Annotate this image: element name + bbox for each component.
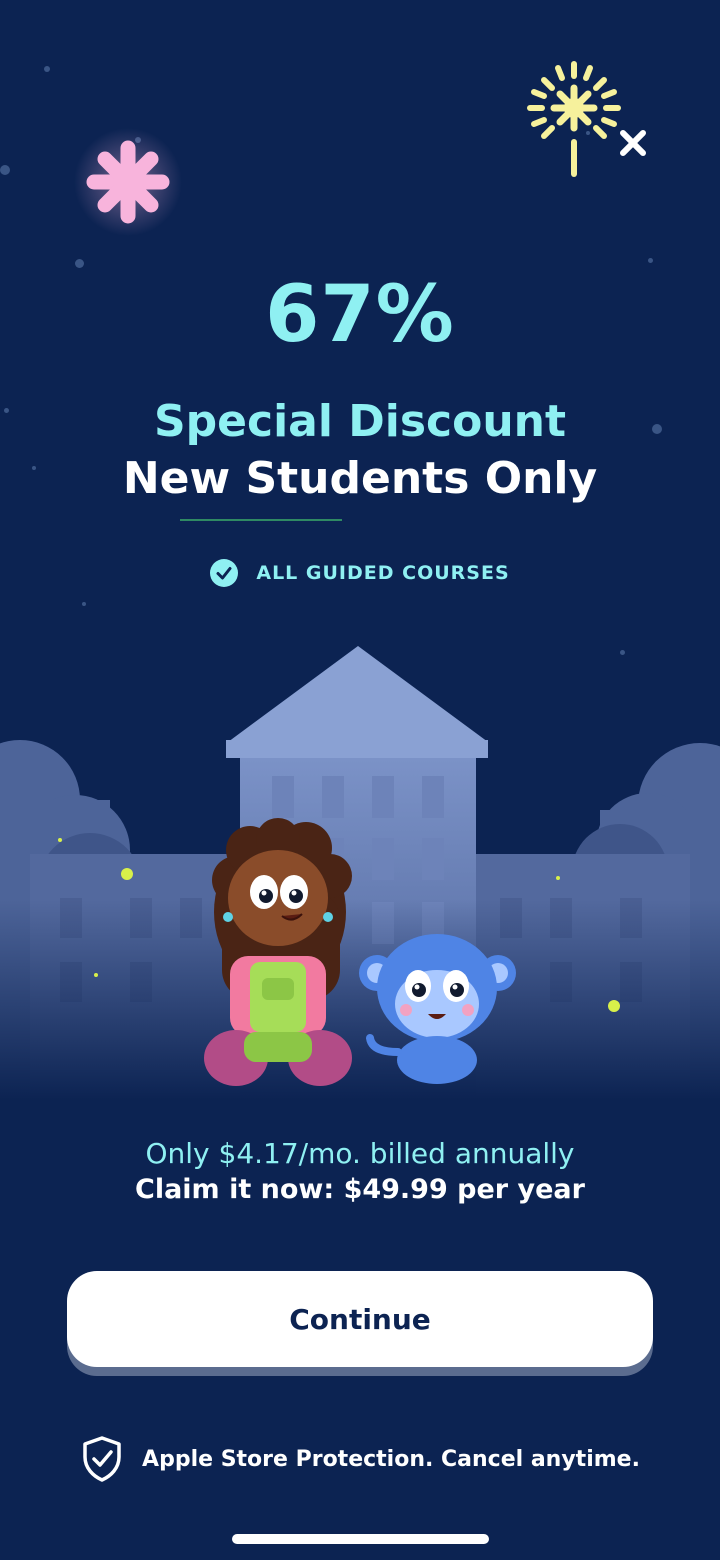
continue-button[interactable]: Continue xyxy=(67,1271,653,1367)
star-dot xyxy=(44,66,50,72)
protection-note: Apple Store Protection. Cancel anytime. xyxy=(0,1434,720,1484)
discount-percent: 67% xyxy=(265,270,455,360)
feature-badge-label: ALL GUIDED COURSES xyxy=(256,562,510,584)
home-indicator[interactable] xyxy=(232,1534,489,1544)
pink-sparkle-icon xyxy=(74,128,182,236)
star-dot xyxy=(648,258,653,263)
star-dot xyxy=(82,602,86,606)
check-circle-icon xyxy=(210,559,239,587)
star-dot xyxy=(75,259,84,268)
annual-price-text: Claim it now: $49.99 per year xyxy=(135,1174,585,1205)
headline-title: Special Discount xyxy=(153,396,567,447)
close-icon xyxy=(620,130,646,156)
monthly-price-text: Only $4.17/mo. billed annually xyxy=(145,1137,575,1170)
feature-badge: ALL GUIDED COURSES xyxy=(0,555,720,591)
school-scene-illustration xyxy=(0,646,720,1100)
star-dot xyxy=(0,165,10,175)
close-button[interactable] xyxy=(612,122,654,164)
headline-subtitle: New Students Only xyxy=(122,453,598,504)
protection-text: Apple Store Protection. Cancel anytime. xyxy=(142,1446,640,1472)
shield-check-icon xyxy=(83,1436,121,1482)
paywall-screen: 67% Special Discount New Students Only A… xyxy=(0,0,720,1560)
divider xyxy=(180,519,342,521)
firework-sparkle-icon xyxy=(527,61,621,177)
girl-character xyxy=(204,818,352,1086)
